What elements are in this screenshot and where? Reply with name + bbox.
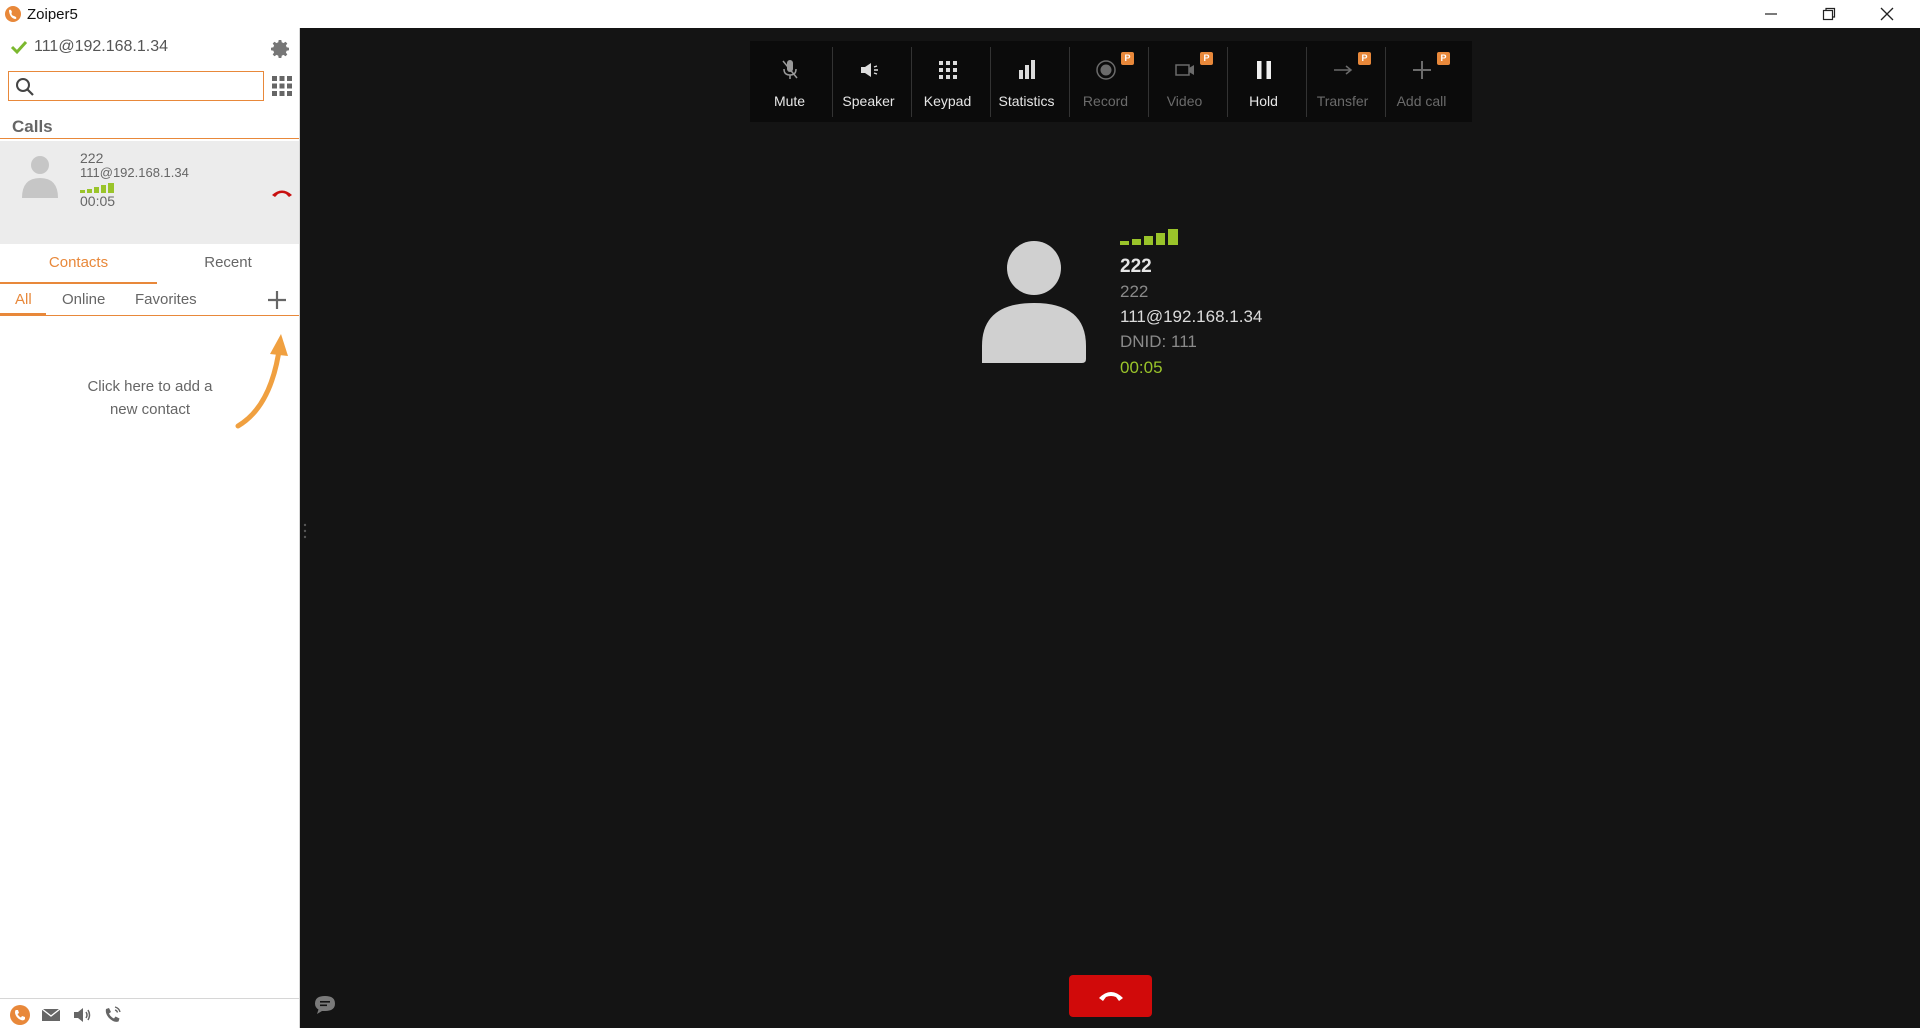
speaker-volume-icon[interactable]: [71, 1004, 93, 1026]
filter-favorites[interactable]: Favorites: [135, 291, 197, 308]
avatar-icon: [22, 156, 58, 198]
video-camera-icon: [1175, 64, 1194, 76]
gear-icon[interactable]: [268, 37, 292, 61]
hint-line-2: new contact: [109, 401, 191, 418]
statistics-icon: [1019, 60, 1035, 79]
search-box[interactable]: [8, 71, 264, 101]
mute-button[interactable]: Mute: [750, 41, 829, 122]
call-number: 222: [80, 150, 104, 166]
record-icon: [1096, 60, 1116, 80]
statistics-button[interactable]: Statistics: [987, 41, 1066, 122]
call-duration: 00:05: [80, 193, 116, 209]
caller-number: 222: [1120, 282, 1149, 301]
restore-button[interactable]: [1800, 0, 1858, 28]
tab-recent[interactable]: Recent: [157, 244, 299, 284]
pro-badge: P: [1437, 52, 1450, 65]
zoiper-logo-icon: [5, 6, 21, 22]
minimize-button[interactable]: [1742, 0, 1800, 28]
phone-icon[interactable]: [9, 1004, 31, 1026]
filter-all[interactable]: All: [15, 291, 32, 308]
caller-avatar-icon: [982, 241, 1086, 363]
search-input[interactable]: [45, 76, 255, 96]
speaker-label: Speaker: [842, 93, 895, 109]
call-uri: 111@192.168.1.34: [80, 165, 189, 180]
hold-button[interactable]: Hold: [1224, 41, 1303, 122]
contact-filters: All Online Favorites: [0, 286, 299, 316]
transfer-label: Transfer: [1316, 93, 1369, 109]
video-button[interactable]: P Video: [1145, 41, 1224, 122]
chat-icon[interactable]: [314, 995, 336, 1015]
bottom-nav: [0, 998, 299, 1028]
title-bar: Zoiper5: [0, 0, 1920, 28]
microphone-off-icon: [782, 60, 798, 79]
account-status[interactable]: 111@192.168.1.34: [10, 38, 168, 56]
video-label: Video: [1166, 93, 1203, 109]
close-icon: [1880, 7, 1894, 21]
sidebar: 111@192.168.1.34 Calls 222 111@192.168.1…: [0, 28, 300, 1028]
contacts-tabs: Contacts Recent: [0, 244, 299, 284]
hint-arrow-icon: [235, 334, 288, 429]
pro-badge: P: [1121, 52, 1134, 65]
call-timer: 00:05: [1120, 358, 1163, 377]
hangup-icon[interactable]: [271, 188, 293, 198]
call-quality-icon: [1120, 229, 1178, 245]
caller-dnid: DNID: 111: [1120, 332, 1197, 351]
pause-icon: [1257, 61, 1271, 79]
filter-online[interactable]: Online: [62, 291, 105, 308]
restore-icon: [1822, 7, 1836, 21]
plus-icon: [1413, 61, 1431, 79]
add-contact-hint[interactable]: Click here to add a new contact: [70, 375, 230, 421]
call-forward-icon[interactable]: [102, 1004, 124, 1026]
pro-badge: P: [1200, 52, 1213, 65]
search-icon: [16, 78, 34, 96]
mute-label: Mute: [773, 93, 806, 109]
calls-divider: [0, 138, 299, 139]
speaker-icon: [861, 63, 878, 77]
minimize-icon: [1765, 13, 1777, 15]
statistics-label: Statistics: [998, 93, 1055, 109]
hint-line-1: Click here to add a: [87, 378, 213, 395]
add-contact-icon[interactable]: [266, 289, 288, 311]
add-call-button[interactable]: P Add call: [1382, 41, 1461, 122]
hold-label: Hold: [1249, 93, 1278, 109]
caller-uri: 111@192.168.1.34: [1120, 307, 1263, 326]
keypad-label: Keypad: [923, 93, 972, 109]
close-button[interactable]: [1858, 0, 1916, 28]
registered-check-icon: [10, 40, 28, 55]
pro-badge: P: [1358, 52, 1371, 65]
messages-icon[interactable]: [40, 1004, 62, 1026]
window-title: Zoiper5: [27, 5, 78, 23]
add-call-label: Add call: [1396, 93, 1447, 109]
transfer-button[interactable]: P Transfer: [1303, 41, 1382, 122]
tab-contacts[interactable]: Contacts: [0, 244, 157, 284]
caller-name: 222: [1120, 256, 1152, 277]
keypad-icon: [939, 61, 957, 79]
keypad-button[interactable]: Keypad: [908, 41, 987, 122]
record-button[interactable]: P Record: [1066, 41, 1145, 122]
account-uri: 111@192.168.1.34: [34, 38, 168, 55]
record-label: Record: [1082, 93, 1129, 109]
call-toolbar: Mute Speaker Keypad Statistics P Record: [750, 41, 1472, 122]
signal-strength-icon: [80, 183, 114, 193]
hangup-icon: [1099, 992, 1123, 1001]
call-view: Mute Speaker Keypad Statistics P Record: [300, 28, 1920, 1028]
panel-splitter-handle[interactable]: [303, 523, 307, 539]
dialpad-icon[interactable]: [271, 75, 293, 97]
filter-active-underline: [0, 313, 46, 315]
speaker-button[interactable]: Speaker: [829, 41, 908, 122]
call-list-item[interactable]: 222 111@192.168.1.34 00:05: [0, 141, 299, 244]
transfer-arrow-icon: [1334, 65, 1353, 75]
hangup-button[interactable]: [1069, 975, 1152, 1017]
calls-heading: Calls: [12, 117, 53, 136]
